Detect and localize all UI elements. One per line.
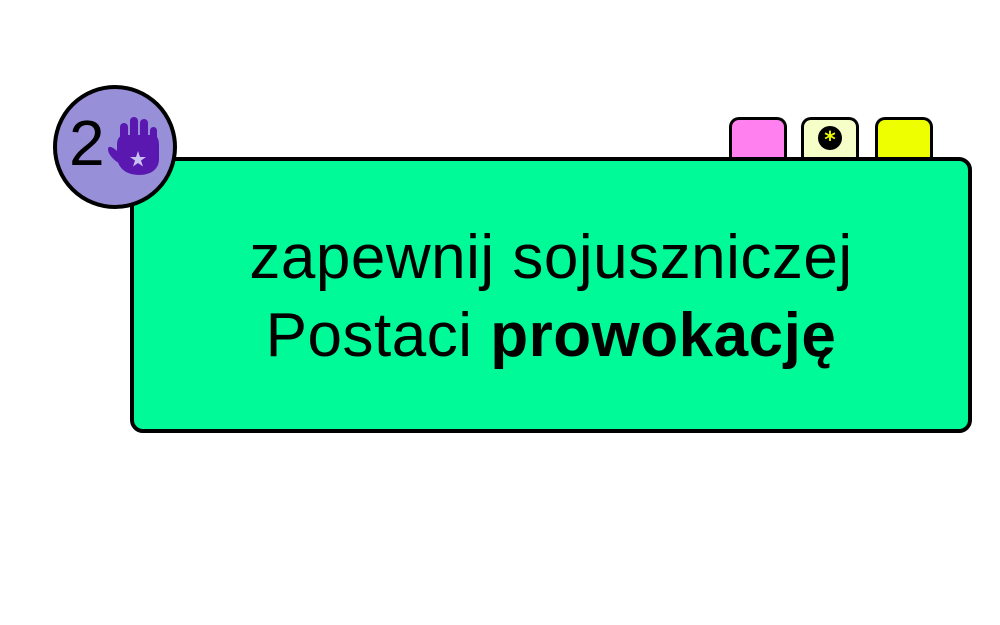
badge-number: 2 — [69, 107, 105, 179]
hand-icon — [108, 117, 159, 175]
card-text-line-1: zapewnij sojuszniczej — [249, 223, 853, 292]
card-text-regular: Postaci — [265, 301, 491, 370]
card-text-bold: prowokację — [490, 301, 837, 370]
cost-badge: 2 — [53, 85, 177, 209]
action-card[interactable]: zapewnij sojuszniczej Postaci prowokację — [130, 157, 972, 433]
asterisk-icon: * — [818, 126, 842, 151]
card-text-line-2: Postaci prowokację — [266, 297, 837, 375]
